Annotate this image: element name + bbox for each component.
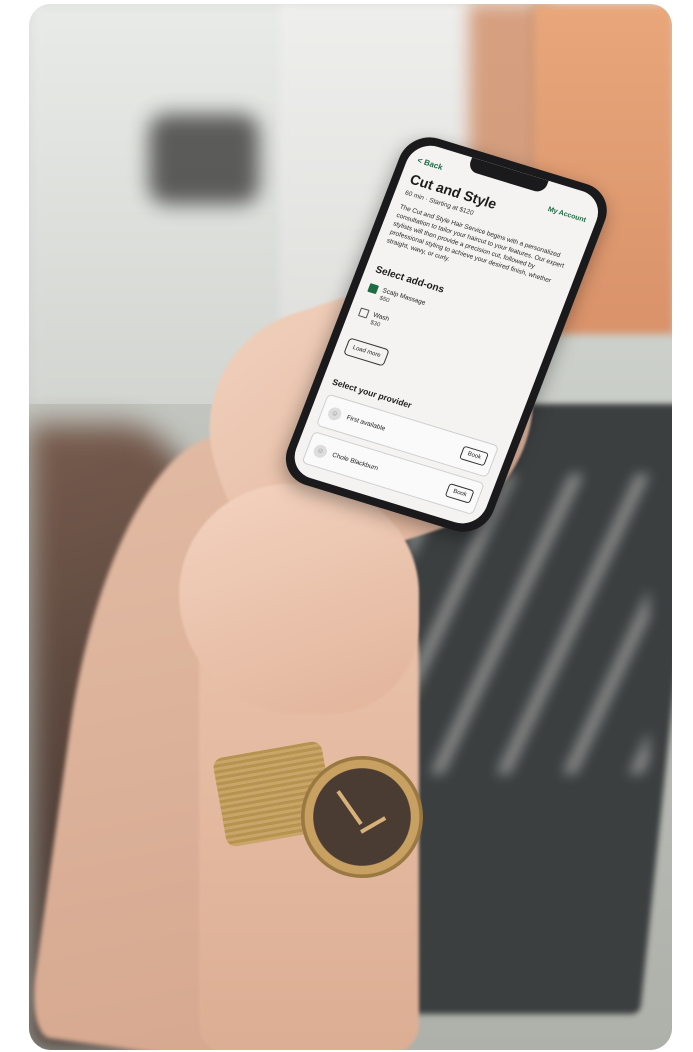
avatar-placeholder-icon: ☺ <box>326 405 344 422</box>
book-button[interactable]: Book <box>444 483 475 504</box>
avatar-icon: ☺ <box>311 442 330 459</box>
load-more-button[interactable]: Load more <box>343 337 390 367</box>
service-duration: 60 min <box>403 189 426 202</box>
checkbox-checked-icon[interactable] <box>367 283 380 295</box>
pointing-hand <box>179 484 419 714</box>
book-button[interactable]: Book <box>459 445 489 467</box>
provider-name: First available <box>345 413 387 433</box>
background-dark-object <box>149 114 259 204</box>
photo-frame <box>29 4 672 1050</box>
provider-name: Chole Blackburn <box>331 451 380 472</box>
checkbox-icon[interactable] <box>357 307 370 319</box>
